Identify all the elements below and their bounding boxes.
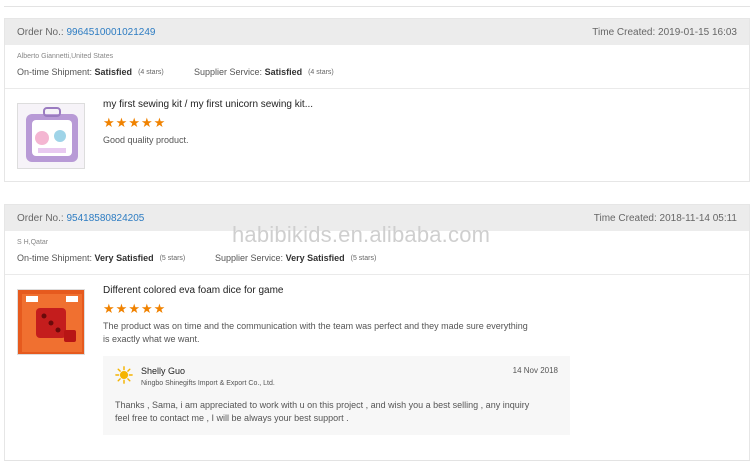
ratings-row: On-time Shipment: Very Satisfied (5 star… [17,250,737,266]
buyer-name: S H,Qatar [17,239,49,246]
star-icon: ★ [153,115,166,130]
order-number-row: Order No.: 9964510001021249 [17,27,155,38]
star-icon: ★ [115,301,128,316]
ratings-row: On-time Shipment: Satisfied (4 stars) Su… [17,64,737,80]
star-icon: ★ [153,301,166,316]
shipment-value: Very Satisfied [94,253,154,263]
supplier-reply: Shelly Guo Ningbo Shinegifts Import & Ex… [103,356,570,435]
review-text-line: is exactly what we want. [103,334,200,344]
order-card-2: Order No.: 95418580824205 Time Created: … [4,204,750,461]
order-number-label: Order No.: [17,26,64,38]
star-icon: ★ [140,301,153,316]
reply-header: Shelly Guo Ningbo Shinegifts Import & Ex… [115,366,558,387]
order-number-link[interactable]: 95418580824205 [66,213,144,224]
product-thumbnail[interactable] [17,289,85,355]
reply-company: Ningbo Shinegifts Import & Export Co., L… [141,380,275,387]
order-meta: S H,Qatar On-time Shipment: Very Satisfi… [5,231,749,275]
reply-text: Thanks , Sama, i am appreciated to work … [115,399,558,425]
star-icon: ★ [128,301,140,316]
shipment-label: On-time Shipment: [17,67,93,77]
star-rating: ★ ★ ★ ★ ★ [103,302,737,315]
star-icon: ★ [103,301,115,316]
shipment-stars: (5 stars) [159,254,186,262]
review: my first sewing kit / my first unicorn s… [5,89,749,181]
time-created: Time Created: 2019-01-15 16:03 [592,26,737,38]
service-value: Very Satisfied [285,253,345,263]
order-header: Order No.: 95418580824205 Time Created: … [5,205,749,231]
shipment-label: On-time Shipment: [17,253,93,263]
star-rating: ★ ★ ★ ★ ★ [103,116,737,129]
service-label: Supplier Service: [215,253,284,263]
product-title[interactable]: Different colored eva foam dice for game [103,285,737,296]
reply-text-line: feel free to contact me , I will be alwa… [115,413,349,423]
shipment-rating: On-time Shipment: Very Satisfied (5 star… [17,253,215,263]
order-header: Order No.: 9964510001021249 Time Created… [5,19,749,45]
sewing-kit-image [18,104,84,168]
review-body: Different colored eva foam dice for game… [103,285,737,435]
order-number-label: Order No.: [17,212,64,224]
review-text-line: The product was on time and the communic… [103,321,528,331]
reply-text-line: Thanks , Sama, i am appreciated to work … [115,400,530,410]
review: Different colored eva foam dice for game… [5,275,749,460]
reply-author: Shelly Guo Ningbo Shinegifts Import & Ex… [141,366,275,387]
service-stars: (5 stars) [350,254,377,262]
review-text: The product was on time and the communic… [103,320,737,346]
star-icon: ★ [115,115,128,130]
sun-icon [115,366,133,384]
bottom-divider [4,460,750,461]
product-thumbnail[interactable] [17,103,85,169]
star-icon: ★ [128,115,140,130]
review-body: my first sewing kit / my first unicorn s… [103,99,737,147]
review-text: Good quality product. [103,135,189,145]
top-divider [4,6,750,7]
reply-date: 14 Nov 2018 [512,366,558,375]
star-icon: ★ [140,115,153,130]
service-rating: Supplier Service: Very Satisfied (5 star… [215,253,376,263]
star-icon: ★ [103,115,115,130]
shipment-stars: (4 stars) [138,68,164,76]
service-stars: (4 stars) [308,68,334,76]
product-title[interactable]: my first sewing kit / my first unicorn s… [103,99,737,110]
shipment-rating: On-time Shipment: Satisfied (4 stars) [17,67,194,77]
service-label: Supplier Service: [194,67,263,77]
reply-name: Shelly Guo [141,366,186,376]
order-number-link[interactable]: 9964510001021249 [66,27,155,38]
buyer-name: Alberto Giannetti,United States [17,53,114,60]
order-number-row: Order No.: 95418580824205 [17,213,144,224]
service-rating: Supplier Service: Satisfied (4 stars) [194,67,334,77]
service-value: Satisfied [264,67,303,77]
time-created: Time Created: 2018-11-14 05:11 [593,212,737,224]
order-card-1: Order No.: 9964510001021249 Time Created… [4,18,750,182]
shipment-value: Satisfied [94,67,133,77]
foam-dice-image [18,290,84,354]
order-meta: Alberto Giannetti,United States On-time … [5,45,749,89]
